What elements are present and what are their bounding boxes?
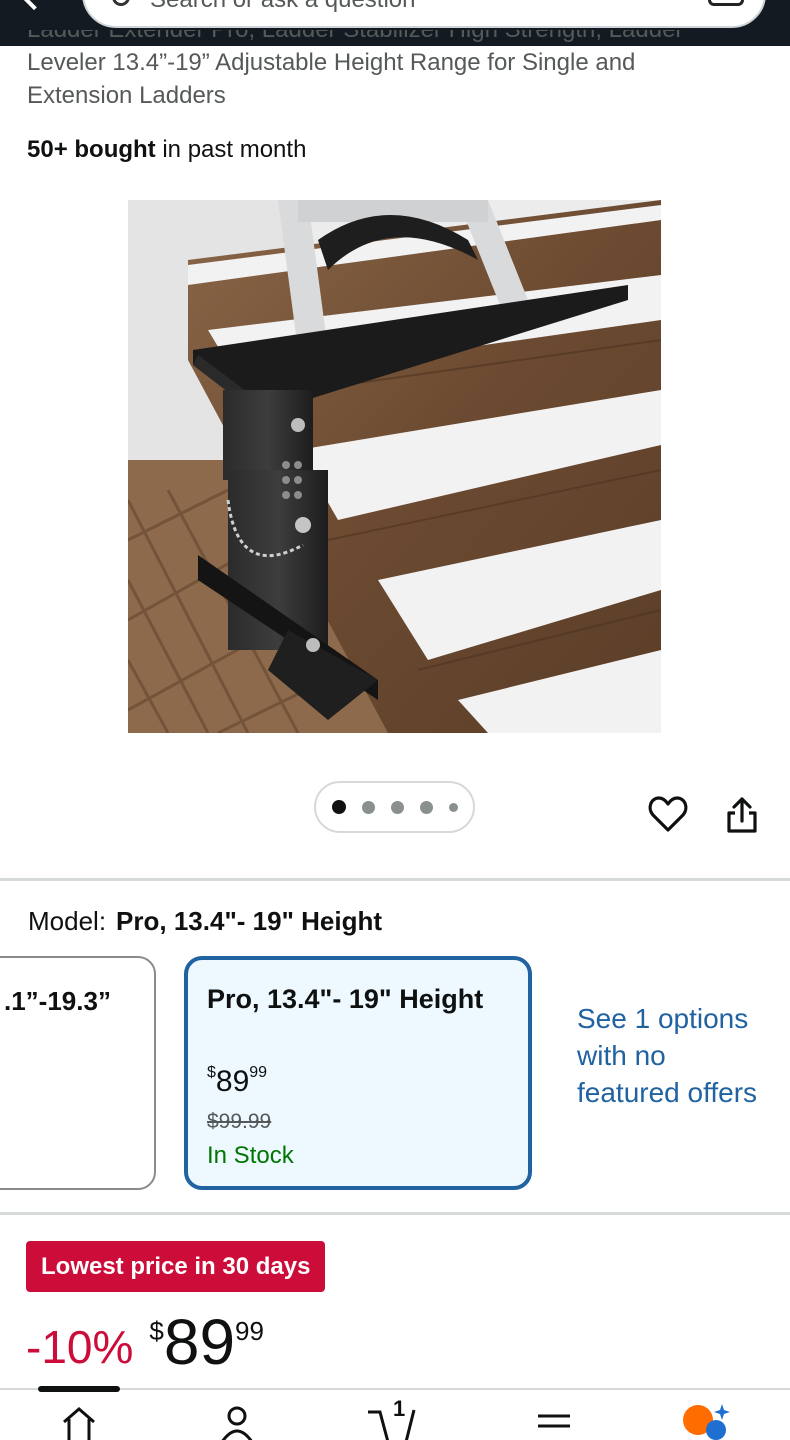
see-more-options-link[interactable]: See 1 options with no featured offers	[577, 1000, 767, 1111]
section-divider	[0, 878, 790, 881]
active-tab-indicator	[38, 1386, 120, 1392]
carousel-dot[interactable]	[390, 800, 404, 814]
carousel-dot[interactable]	[448, 802, 458, 812]
price-fraction: 99	[235, 1316, 264, 1346]
bought-count-rest: in past month	[155, 136, 307, 163]
deal-badge: Lowest price in 30 days	[26, 1241, 326, 1292]
model-option-card-selected[interactable]: Pro, 13.4"- 19" Height $8999 $99.99 In S…	[184, 956, 532, 1190]
title-line-1: Ladder Extender Pro, Ladder Stabilizer H…	[27, 30, 683, 46]
menu-icon[interactable]	[536, 1412, 572, 1432]
price-block: -10% $ 89 99	[26, 1310, 264, 1380]
option-price-currency: $	[207, 1064, 216, 1081]
search-icon[interactable]	[112, 0, 130, 6]
search-placeholder: Search or ask a question	[150, 0, 416, 14]
option-list-price: $99.99	[207, 1110, 272, 1133]
cart-count: 1	[393, 1396, 406, 1421]
product-title[interactable]: Ladder Extender Pro, Ladder Stabilizer H…	[27, 30, 757, 112]
bought-count: 50+ bought in past month	[27, 136, 306, 164]
account-icon[interactable]	[218, 1404, 256, 1440]
price-currency: $	[149, 1316, 164, 1346]
back-icon[interactable]	[19, 0, 49, 11]
model-option-title: .1”-19.3”	[4, 986, 111, 1016]
image-carousel-indicator[interactable]	[314, 781, 475, 833]
model-selected-value: Pro, 13.4"- 19" Height	[116, 906, 383, 936]
model-option-card[interactable]: .1”-19.3”	[0, 956, 156, 1190]
product-photo	[128, 200, 661, 733]
section-divider	[0, 1212, 790, 1215]
model-option-title: Pro, 13.4"- 19" Height	[207, 984, 484, 1014]
product-image[interactable]	[128, 200, 661, 733]
title-line-2: Leveler 13.4”-19” Adjustable Height Rang…	[27, 49, 636, 76]
discount-percent: -10%	[26, 1321, 134, 1373]
option-availability: In Stock	[207, 1142, 294, 1169]
price-whole: 89	[163, 1306, 236, 1378]
search-input[interactable]: Search or ask a question	[82, 0, 766, 28]
option-price-fraction: 99	[249, 1064, 268, 1081]
bottom-nav-bar: 1	[0, 1386, 790, 1440]
camera-icon[interactable]	[708, 0, 744, 6]
carousel-dot[interactable]	[361, 800, 375, 814]
bought-count-bold: 50+ bought	[27, 136, 156, 163]
share-icon[interactable]	[722, 795, 762, 835]
title-line-3: Extension Ladders	[27, 82, 226, 109]
carousel-dot[interactable]	[331, 800, 346, 814]
model-selection-label: Model: Pro, 13.4"- 19" Height	[28, 906, 382, 937]
wishlist-heart-icon[interactable]	[648, 795, 688, 833]
option-price-whole: 89	[215, 1065, 250, 1098]
home-icon[interactable]	[60, 1404, 98, 1440]
carousel-dot[interactable]	[419, 800, 433, 814]
model-label-text: Model:	[28, 906, 107, 936]
option-price: $8999	[207, 1064, 267, 1099]
ai-assistant-icon[interactable]	[682, 1400, 730, 1440]
